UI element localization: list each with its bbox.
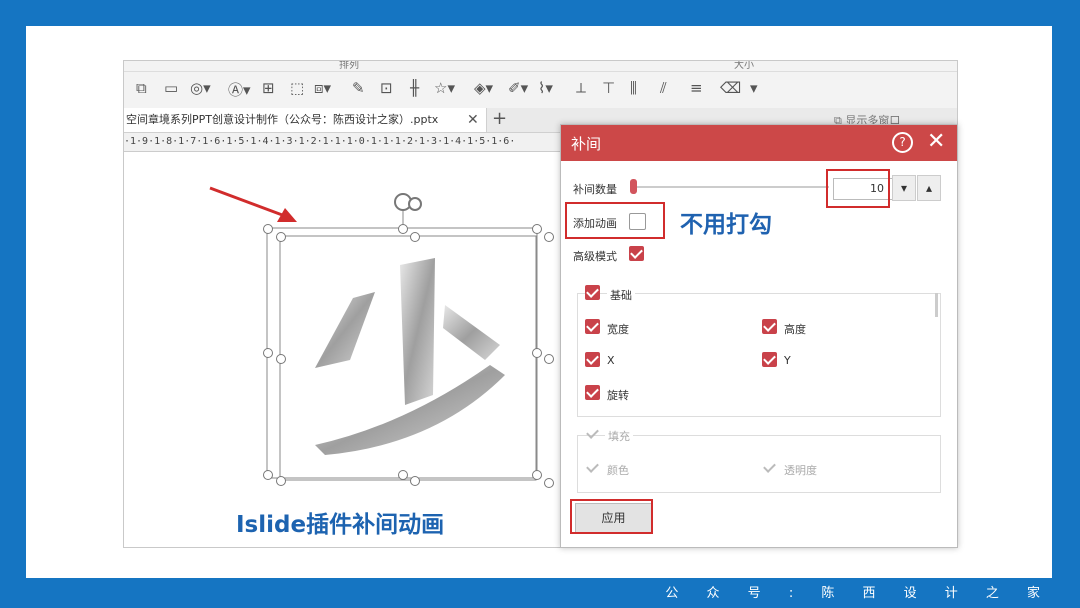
crop-icon[interactable]: ⟂	[576, 79, 586, 97]
decrement-button[interactable]: ▾	[892, 175, 916, 201]
resize-handle[interactable]	[410, 232, 420, 242]
opacity-checkbox[interactable]	[762, 460, 777, 475]
arrange-icon[interactable]: ⧉	[136, 79, 147, 97]
group-icon[interactable]: ⬚	[290, 79, 304, 97]
height-label: 高度	[784, 323, 806, 336]
highlight-box	[570, 499, 653, 534]
distribute2-icon[interactable]: ⫼	[630, 79, 637, 97]
basic-group	[577, 293, 941, 417]
ribbon-group-label: 排列	[339, 60, 359, 71]
pen-icon[interactable]: ✐▾	[508, 79, 528, 97]
fill-icon[interactable]: ▭	[164, 79, 178, 97]
y-label: Y	[784, 354, 791, 367]
resize-handle[interactable]	[544, 232, 554, 242]
shapes-icon[interactable]: ◎▾	[190, 79, 211, 97]
align-top-icon[interactable]: ⊤	[602, 79, 615, 97]
brush-icon[interactable]: ⌇▾	[538, 79, 553, 97]
tween-count-slider-thumb[interactable]	[630, 179, 637, 194]
resize-handle[interactable]	[398, 224, 408, 234]
distribute-icon[interactable]: ╫	[410, 79, 419, 97]
opacity-label: 透明度	[784, 464, 817, 477]
resize-handle[interactable]	[532, 470, 542, 480]
layer-icon[interactable]: ≡	[690, 79, 703, 97]
rotation-checkbox[interactable]	[585, 385, 600, 400]
format-icon[interactable]: ⧈▾	[314, 79, 331, 97]
basic-group-checkbox[interactable]	[585, 285, 600, 300]
basic-group-label: 基础	[607, 287, 635, 303]
resize-handle[interactable]	[276, 354, 286, 364]
ribbon-group-header: 排列 大小	[124, 61, 957, 72]
bucket-icon[interactable]: ◈▾	[474, 79, 493, 97]
group-scrollbar[interactable]	[935, 293, 938, 317]
x-checkbox[interactable]	[585, 352, 600, 367]
resize-handle[interactable]	[276, 476, 286, 486]
align-left-icon[interactable]: ⫽	[660, 79, 667, 97]
resize-handle[interactable]	[398, 470, 408, 480]
resize-handle[interactable]	[544, 478, 554, 488]
ribbon-group-label: 大小	[734, 60, 754, 71]
align-icon[interactable]: ⊞	[262, 79, 275, 97]
ribbon-toolbar: ⧉ ▭ ◎▾ Ⓐ▾ ⊞ ⬚ ⧈▾ ✎ ⊡ ╫ ☆▾ ◈▾ ✐▾ ⌇▾ ⟂ ⊤ ⫼…	[124, 72, 957, 109]
y-checkbox[interactable]	[762, 352, 777, 367]
help-icon[interactable]: ?	[892, 132, 913, 153]
advanced-mode-label: 高级模式	[573, 250, 617, 263]
height-checkbox[interactable]	[762, 319, 777, 334]
tween-dialog: 补间 ? ✕ 补间数量 10 ▾ ▴ 添加动画 高级模式 基础 宽度 高度 X …	[560, 124, 958, 548]
resize-handle[interactable]	[532, 348, 542, 358]
width-checkbox[interactable]	[585, 319, 600, 334]
tween-count-slider[interactable]	[633, 186, 829, 188]
highlight-icon[interactable]: ⊡	[380, 79, 393, 97]
tween-count-label: 补间数量	[573, 183, 617, 196]
slide-caption: Islide插件补间动画	[236, 512, 445, 538]
width-label: 宽度	[607, 323, 629, 336]
resize-handle[interactable]	[532, 224, 542, 234]
dialog-title: 补间	[571, 135, 602, 153]
new-tab-icon[interactable]: +	[492, 108, 507, 130]
resize-handle[interactable]	[263, 348, 273, 358]
document-tab-title: 空间章境系列PPT创意设计制作（公众号：陈西设计之家）.pptx	[126, 113, 439, 126]
highlight-box	[565, 202, 665, 239]
resize-handle[interactable]	[276, 232, 286, 242]
x-label: X	[607, 354, 615, 367]
close-tab-icon[interactable]: ✕	[467, 108, 479, 132]
annotation-note: 不用打勾	[680, 212, 772, 238]
footer-credit: 公 众 号 : 陈 西 设 计 之 家	[665, 586, 1052, 601]
dialog-title-bar: 补间 ? ✕	[561, 125, 957, 161]
highlight-box	[826, 169, 890, 208]
fill-group-checkbox[interactable]	[585, 426, 600, 441]
fill-group-label: 填充	[605, 428, 633, 444]
increment-button[interactable]: ▴	[917, 175, 941, 201]
resize-handle[interactable]	[263, 470, 273, 480]
advanced-mode-checkbox[interactable]	[629, 246, 644, 261]
close-icon[interactable]: ✕	[927, 129, 945, 155]
color-checkbox[interactable]	[585, 460, 600, 475]
annotation-arrow-icon	[209, 186, 297, 222]
resize-handle[interactable]	[544, 354, 554, 364]
color-label: 颜色	[607, 464, 629, 477]
textbox-icon[interactable]: Ⓐ▾	[228, 79, 251, 100]
resize-handle[interactable]	[410, 476, 420, 486]
star-icon[interactable]: ☆▾	[434, 79, 455, 97]
paint-icon[interactable]: ✎	[352, 79, 365, 97]
eraser-icon[interactable]: ⌫	[720, 79, 741, 97]
rotation-label: 旋转	[607, 389, 629, 402]
more-icon[interactable]: ▾	[750, 79, 758, 97]
document-tab[interactable]: 空间章境系列PPT创意设计制作（公众号：陈西设计之家）.pptx	[124, 108, 487, 132]
